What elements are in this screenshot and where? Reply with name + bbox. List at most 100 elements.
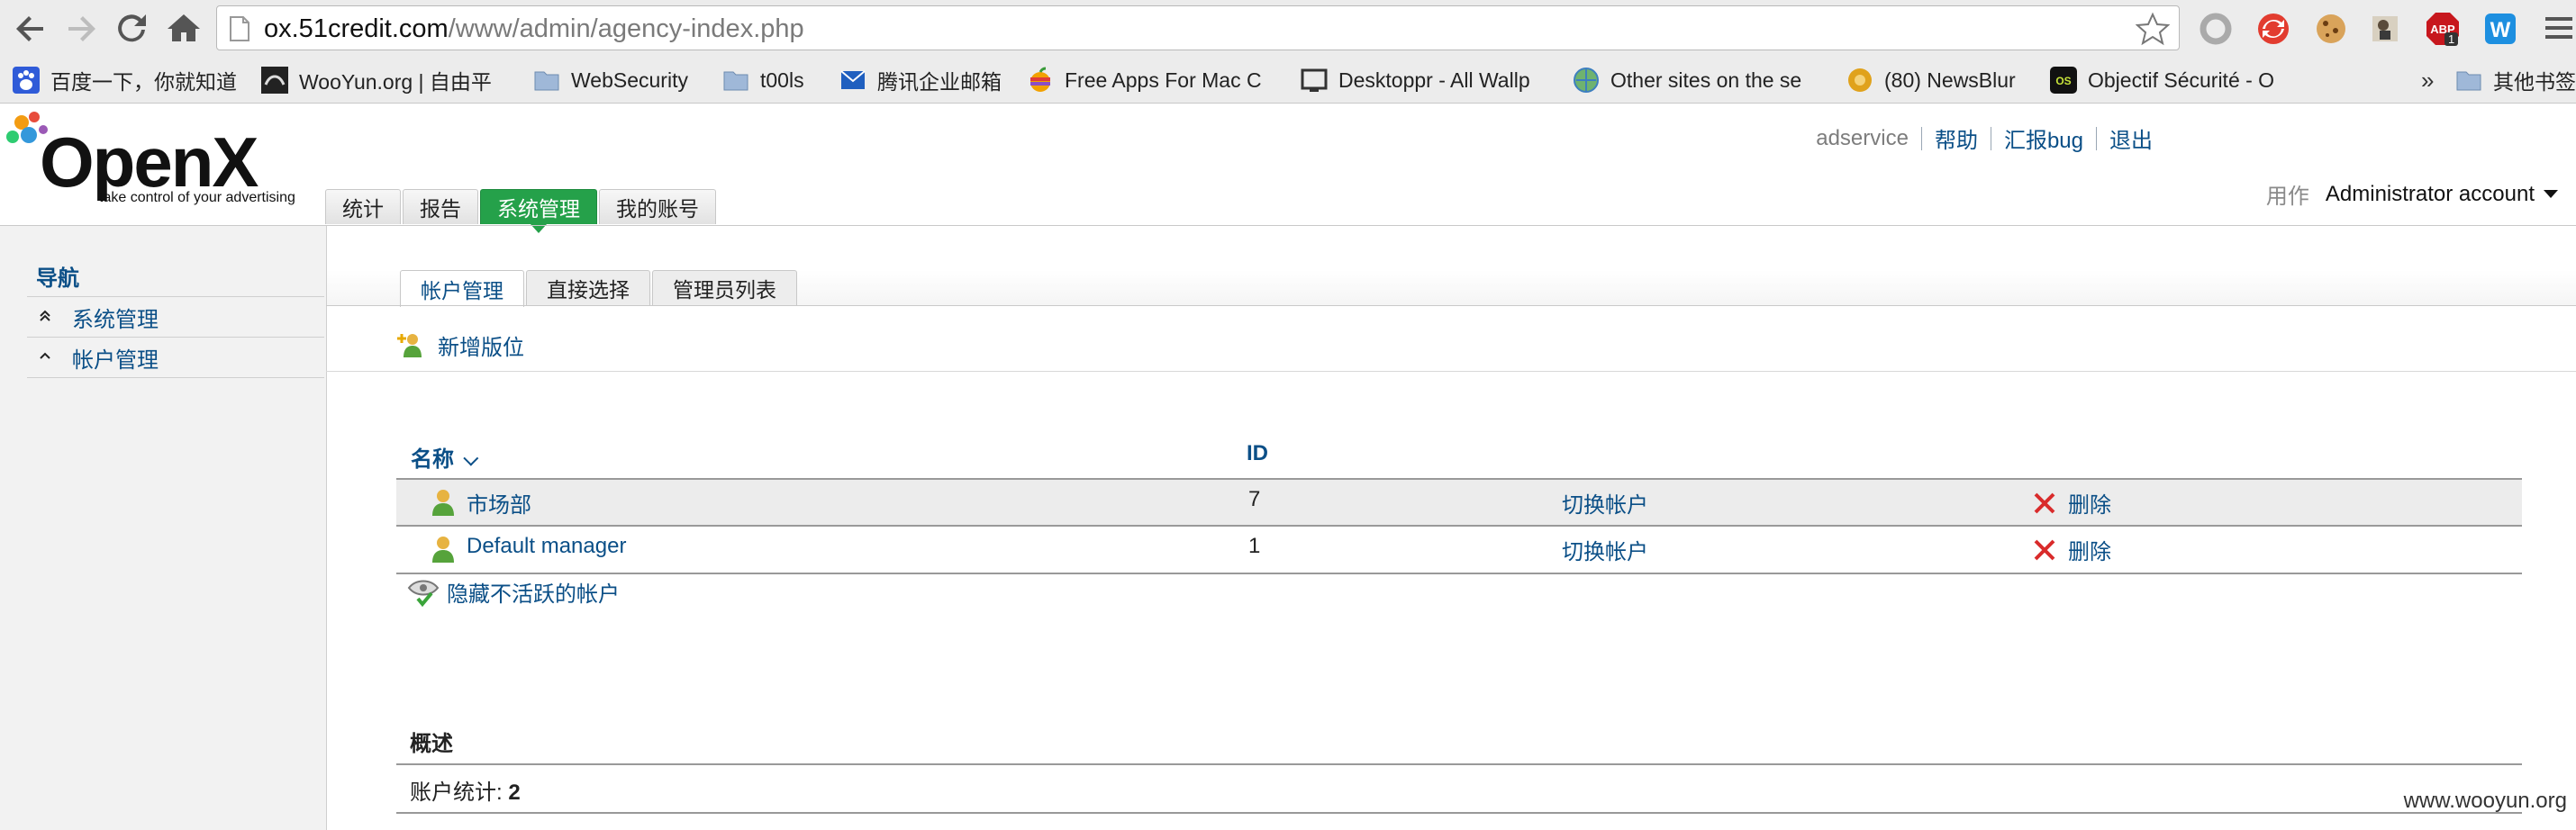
inspector-extension-icon[interactable] [2367,11,2403,47]
column-header-id[interactable]: ID [1247,441,1268,466]
reload-button[interactable] [110,7,153,50]
adblock-badge: 1 [2444,32,2459,46]
tab-direct-selection[interactable]: 直接选择 [526,270,650,305]
bookmark-label: t00ls [760,68,804,92]
bookmark-other-sites[interactable]: Other sites on the se [1573,65,1801,95]
globe-icon [1574,68,1599,93]
bookmark-baidu[interactable]: 百度一下，你就知道 [13,65,237,95]
os-icon: OS [2050,67,2077,94]
bookmark-free-apps-mac[interactable]: Free Apps For Mac C [1027,65,1262,95]
bookmark-desktoppr[interactable]: Desktoppr - All Wallp [1301,65,1530,95]
folder-icon [534,71,559,91]
bookmark-wooyun[interactable]: WooYun.org | 自由平 [261,65,492,95]
bookmark-label: WooYun.org | 自由平 [299,70,492,94]
hamburger-menu-icon[interactable] [2544,14,2574,41]
delete-link[interactable]: 删除 [2068,534,2111,565]
account-id: 1 [1248,534,1261,558]
sidebar: 导航 系统管理 帐户管理 [0,226,327,830]
apple-icon [1030,67,1050,92]
add-agency-label[interactable]: 新增版位 [438,329,524,361]
back-arrow-icon [16,16,43,41]
delete-link[interactable]: 删除 [2068,487,2111,519]
browser-toolbar: ox.51credit.com/www/admin/agency-index.p… [0,0,2576,59]
bookmarks-overflow-chevron[interactable]: » [2421,67,2434,95]
openx-logo[interactable]: OpenX take control of your advertising [0,104,324,221]
bookmark-objectif-securite[interactable]: OS Objectif Sécurité - O [2050,65,2274,95]
hide-inactive-button[interactable]: 隐藏不活跃的帐户 [407,576,620,608]
back-button[interactable] [9,7,52,50]
table-divider [396,573,2522,574]
cookie-icon[interactable] [2313,11,2349,47]
user-icon [432,537,454,563]
delete-x-icon[interactable] [2032,491,2057,516]
bookmark-label: Other sites on the se [1610,68,1802,92]
url-text[interactable]: ox.51credit.com/www/admin/agency-index.p… [264,15,804,42]
sidebar-title: 导航 [36,266,79,291]
url-host: ox.51credit.com [264,14,449,43]
caret-down-icon[interactable] [2544,190,2558,198]
eye-check-icon [407,580,440,607]
account-id: 7 [1248,487,1261,511]
tab-statistics[interactable]: 统计 [325,189,401,224]
tab-admin-list[interactable]: 管理员列表 [652,270,797,305]
report-bug-link[interactable]: 汇报bug [2004,122,2083,154]
bookmark-other-folder[interactable]: 其他书签 [2455,65,2576,95]
wooyun-icon [261,67,288,94]
main-tabs: 统计 报告 系统管理 我的账号 [325,189,718,233]
bookmark-label: 腾讯企业邮箱 [877,70,1002,94]
bookmark-label: Free Apps For Mac C [1065,68,1262,92]
watermark: www.wooyun.org [2403,789,2567,813]
sync-extension-icon[interactable] [2255,11,2291,47]
account-name-link[interactable]: 市场部 [467,487,531,519]
table-row: 市场部 7 切换帐户 删除 [396,478,2522,526]
hide-inactive-label[interactable]: 隐藏不活跃的帐户 [447,576,620,608]
divider [27,377,324,378]
bookmark-label: Objectif Sécurité - O [2088,68,2275,92]
home-button[interactable] [162,7,205,50]
current-user: adservice [1816,125,1909,150]
sub-tabs: 帐户管理 直接选择 管理员列表 [400,270,799,307]
bookmark-label: Desktoppr - All Wallp [1338,68,1530,92]
column-header-name[interactable]: 名称 [411,441,479,473]
forward-arrow-icon [68,16,95,41]
sort-down-icon [463,450,479,466]
sidebar-item-label[interactable]: 系统管理 [72,302,159,333]
account-switcher[interactable]: 用作 Administrator account [2266,178,2558,210]
folder-icon [2456,71,2481,91]
delete-x-icon[interactable] [2032,537,2057,563]
sidebar-item-system-admin[interactable]: 系统管理 [27,296,324,337]
forward-button[interactable] [59,7,103,50]
up-arrow-icon [38,348,52,367]
address-bar[interactable]: ox.51credit.com/www/admin/agency-index.p… [216,5,2180,50]
bookmark-newsblur[interactable]: (80) NewsBlur [1846,65,2016,95]
sidebar-item-label[interactable]: 帐户管理 [72,342,159,374]
tab-system-admin[interactable]: 系统管理 [480,189,597,233]
bookmark-label: (80) NewsBlur [1884,68,2016,92]
logout-link[interactable]: 退出 [2109,122,2153,154]
desktoppr-icon [1301,68,1328,92]
tab-account-management[interactable]: 帐户管理 [400,270,524,307]
bookmark-star-icon[interactable] [2136,12,2170,46]
extension-circle-icon[interactable] [2198,11,2234,47]
folder-icon [723,71,748,91]
adblock-plus-button[interactable]: ABP 1 [2425,11,2461,47]
sidebar-item-account-admin[interactable]: 帐户管理 [27,337,324,377]
tab-my-account[interactable]: 我的账号 [599,189,716,224]
w-extension-icon[interactable]: W [2482,11,2518,47]
add-agency-button[interactable]: 新增版位 [396,329,524,361]
user-icon [432,490,454,516]
subtab-divider [326,305,2576,306]
svg-text:W: W [2490,18,2511,42]
account-name-link[interactable]: Default manager [467,534,626,559]
switch-account-link[interactable]: 切换帐户 [1562,534,1648,565]
acting-as-value[interactable]: Administrator account [2326,182,2535,207]
divider [396,763,2522,765]
bookmark-websecurity[interactable]: WebSecurity [533,65,688,95]
tab-reports[interactable]: 报告 [403,189,478,224]
switch-account-link[interactable]: 切换帐户 [1562,487,1648,519]
bookmark-tencent-mail[interactable]: 腾讯企业邮箱 [839,65,1002,95]
bookmark-t00ls[interactable]: t00ls [722,65,804,95]
reload-icon [118,14,146,42]
help-link[interactable]: 帮助 [1935,122,1978,154]
double-up-arrow-icon [38,308,52,327]
